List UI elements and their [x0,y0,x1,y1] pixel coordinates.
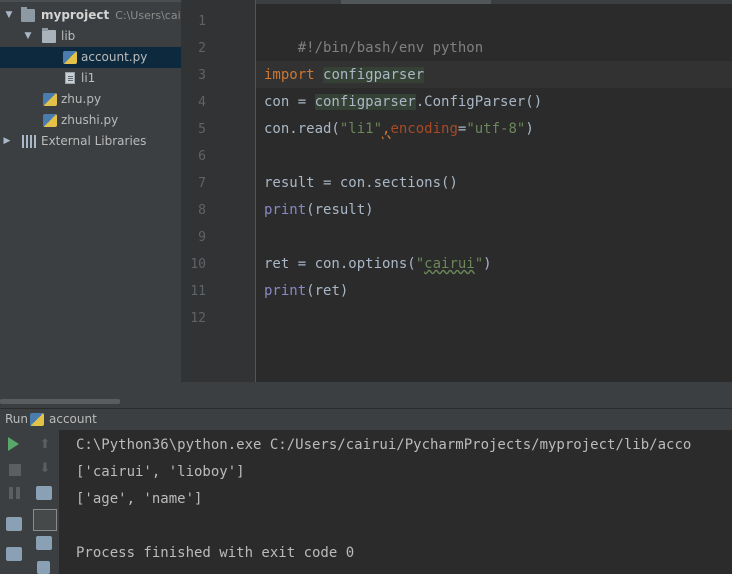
tree-item-label: li1 [81,71,96,85]
up-arrow-icon[interactable]: ⬆ [36,436,54,454]
code-token: (result) [306,202,374,218]
expand-arrow-icon[interactable]: ▶ [2,131,12,152]
collapse-arrow-icon[interactable]: ▼ [23,26,33,47]
shebang-comment: #!/bin/bash/env python [297,40,484,56]
folder-icon [42,28,56,43]
tree-item-lib[interactable]: ▼ lib [0,26,181,47]
project-path: C:\Users\cai [115,9,181,22]
line-number: 2 [198,41,206,56]
string-literal: "utf-8" [466,121,526,137]
library-icon [22,135,36,148]
line-number: 12 [190,311,206,326]
restore-layout-button[interactable] [6,517,22,531]
pause-button[interactable] [9,487,21,499]
builtin-function: print [264,283,307,299]
string-literal: cairui [424,256,475,272]
scroll-to-end-button[interactable] [33,509,57,531]
collapse-arrow-icon[interactable]: ▼ [4,5,14,26]
editor-tab-active[interactable] [341,0,491,4]
project-name: myproject [41,8,110,22]
line-number: 5 [198,122,206,137]
module-name: configparser [314,94,416,110]
python-file-icon [43,114,57,127]
run-console[interactable]: C:\Python36\python.exe C:/Users/cairui/P… [60,430,732,574]
down-arrow-icon[interactable]: ⬇ [36,460,54,478]
console-line: C:\Python36\python.exe C:/Users/cairui/P… [76,437,692,453]
module-name: configparser [323,67,425,83]
line-number: 4 [198,95,206,110]
code-token: .ConfigParser() [415,94,543,110]
tree-item-label: External Libraries [41,134,147,148]
text-file-icon [65,72,75,84]
python-file-icon [43,93,57,106]
pin-tab-button[interactable] [6,547,22,561]
line-number: 8 [198,203,206,218]
run-config-tab[interactable]: account [49,409,97,430]
tree-item-label: zhushi.py [61,113,119,127]
keyword-import: import [264,67,315,83]
horizontal-scrollbar[interactable] [0,399,120,404]
tree-item-account-py[interactable]: account.py [0,47,181,68]
string-quote: " [415,256,425,272]
console-line: ['cairui', 'lioboy'] [76,464,245,480]
tree-item-zhushi-py[interactable]: zhushi.py [0,110,181,131]
editor-bottom-filler [181,382,732,408]
tool-window-top-strip [0,0,181,2]
code-token: ) [525,121,534,137]
code-token: con.read( [264,121,340,137]
tree-item-label: zhu.py [61,92,102,106]
builtin-function: print [264,202,307,218]
code-line-10[interactable]: ret = con.options("cairui") [264,251,492,278]
line-number: 3 [198,68,206,83]
tree-item-root[interactable]: ▼ myproject C:\Users\cai [0,5,181,26]
rerun-button[interactable] [8,437,26,455]
stop-button[interactable] [9,464,21,476]
line-number: 9 [198,230,206,245]
line-number: 11 [190,284,206,299]
code-line-4[interactable]: con = configparser.ConfigParser() [264,89,542,116]
tree-item-zhu-py[interactable]: zhu.py [0,89,181,110]
console-line: Process finished with exit code 0 [76,545,355,561]
tree-item-external-libraries[interactable]: ▶ External Libraries [0,131,181,152]
python-file-icon [63,51,77,64]
code-line-8[interactable]: print(result) [264,197,374,224]
line-number: 1 [198,14,206,29]
tree-item-li1[interactable]: li1 [0,68,181,89]
folder-icon [21,7,35,22]
print-button[interactable] [36,536,52,550]
code-token: ) [483,256,492,272]
python-run-config-icon [30,413,44,426]
console-line: ['age', 'name'] [76,491,203,507]
line-number-gutter: 1 2 3 4 5 6 7 8 9 10 11 12 [181,0,256,382]
code-line-1[interactable]: #!/bin/bash/env python [264,8,483,56]
code-editor[interactable]: 1 2 3 4 5 6 7 8 9 10 11 12 #!/bin/bash/e… [181,0,732,382]
line-number: 10 [190,257,206,272]
string-quote: " [474,256,484,272]
tree-item-label: lib [61,29,76,43]
run-toolbar: ⬆ ⬇ [0,430,60,574]
line-number: 6 [198,149,206,164]
soft-wrap-button[interactable] [36,486,52,500]
keyword-argument: encoding [390,121,458,137]
run-panel-header: Run account [0,408,732,430]
code-token: con = [264,94,315,110]
code-line-7[interactable]: result = con.sections() [264,170,458,197]
code-line-3[interactable]: import configparser [264,62,425,89]
line-number: 7 [198,176,206,191]
code-token: ret = con.options( [264,256,416,272]
run-panel-title: Run [5,412,29,426]
project-panel: ▼ myproject C:\Users\cai ▼ lib account.py… [0,0,181,408]
trash-icon[interactable] [37,561,50,574]
play-icon [8,437,19,451]
code-token: result = con.sections() [264,175,458,191]
editor-tab-strip [181,0,732,4]
string-literal: "li1" [339,121,383,137]
code-line-11[interactable]: print(ret) [264,278,348,305]
tree-item-label: account.py [81,50,148,64]
code-line-5[interactable]: con.read("li1",encoding="utf-8") [264,116,534,143]
code-token: (ret) [306,283,349,299]
